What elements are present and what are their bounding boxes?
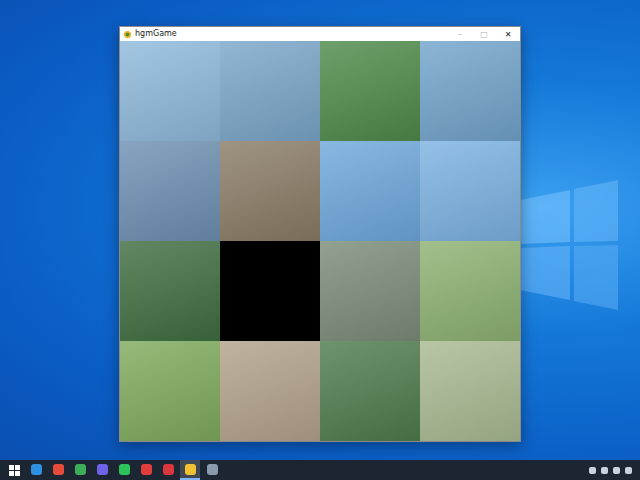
system-tray [589, 467, 636, 474]
game-window[interactable]: hgmGame–□✕ [119, 26, 521, 442]
puzzle-tile[interactable] [120, 341, 220, 441]
puzzle-tile[interactable] [220, 141, 320, 241]
puzzle-tile[interactable] [420, 241, 520, 341]
tray-icon[interactable] [589, 467, 596, 474]
puzzle-tile[interactable] [320, 341, 420, 441]
app-icon [75, 464, 86, 475]
puzzle-tile[interactable] [120, 141, 220, 241]
desktop: hgmGame–□✕ [0, 0, 640, 460]
notification-icon[interactable] [625, 467, 632, 474]
window-control-button[interactable]: □ [472, 27, 496, 41]
taskbar-app[interactable] [48, 460, 68, 480]
app-icon [185, 464, 196, 475]
app-icon [207, 464, 218, 475]
puzzle-tile[interactable] [420, 41, 520, 141]
taskbar [0, 460, 640, 480]
puzzle-board [120, 41, 520, 441]
taskbar-app[interactable] [158, 460, 178, 480]
taskbar-app[interactable] [26, 460, 46, 480]
puzzle-tile[interactable] [420, 341, 520, 441]
puzzle-tile[interactable] [220, 41, 320, 141]
taskbar-app[interactable] [114, 460, 134, 480]
puzzle-tile[interactable] [420, 141, 520, 241]
app-icon [119, 464, 130, 475]
puzzle-tile[interactable] [320, 141, 420, 241]
puzzle-tile[interactable] [120, 41, 220, 141]
app-icon [123, 30, 132, 39]
taskbar-app[interactable] [136, 460, 156, 480]
taskbar-app[interactable] [202, 460, 222, 480]
tray-icon[interactable] [613, 467, 620, 474]
window-title: hgmGame [135, 27, 448, 41]
app-icon [53, 464, 64, 475]
start-button[interactable] [4, 460, 24, 480]
screen: hgmGame–□✕ [0, 0, 640, 480]
windows-start-icon [9, 465, 20, 476]
taskbar-app[interactable] [180, 460, 200, 480]
app-icon [31, 464, 42, 475]
title-bar[interactable]: hgmGame–□✕ [120, 27, 520, 41]
puzzle-tile[interactable] [320, 241, 420, 341]
tray-icon[interactable] [601, 467, 608, 474]
taskbar-app[interactable] [70, 460, 90, 480]
taskbar-app[interactable] [92, 460, 112, 480]
window-control-button[interactable]: ✕ [496, 27, 520, 41]
app-icon [163, 464, 174, 475]
empty-slot[interactable] [220, 241, 320, 341]
puzzle-tile[interactable] [220, 341, 320, 441]
puzzle-tile[interactable] [120, 241, 220, 341]
app-icon [141, 464, 152, 475]
puzzle-tile[interactable] [320, 41, 420, 141]
window-control-button[interactable]: – [448, 27, 472, 41]
app-icon [97, 464, 108, 475]
